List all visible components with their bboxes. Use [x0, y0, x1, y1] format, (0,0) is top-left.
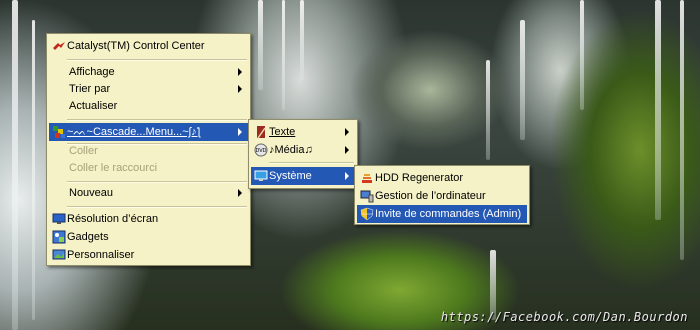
submenu-arrow-icon: [238, 68, 242, 76]
cascade-submenu: Texte DVD ♪Média♫ Système: [248, 119, 358, 189]
menu-item-label: Trier par: [69, 83, 111, 95]
submenu-arrow-icon: [238, 189, 242, 197]
submenu-arrow-icon: [345, 146, 349, 154]
menu-separator: [67, 59, 247, 61]
menu-item-label: Invite de commandes (Admin): [375, 208, 522, 220]
submenu-arrow-icon: [238, 128, 242, 136]
submenu-arrow-icon: [238, 85, 242, 93]
svg-text:DVD: DVD: [255, 148, 266, 154]
menu-item-catalyst-control-center[interactable]: Catalyst(TM) Control Center: [49, 37, 248, 55]
catalyst-icon: [53, 42, 65, 50]
menu-item-label: Système: [269, 170, 312, 182]
systeme-submenu: HDD Regenerator Gestion de l’ordinateur …: [354, 165, 530, 225]
menu-item-gestion-ordinateur[interactable]: Gestion de l’ordinateur: [357, 187, 527, 205]
hdd-regenerator-icon: [362, 174, 372, 183]
menu-item-media[interactable]: DVD ♪Média♫: [251, 141, 355, 159]
menu-item-label: Coller: [69, 145, 98, 157]
screen-resolution-icon: [52, 213, 66, 224]
menu-item-coller-le-raccourci[interactable]: Coller le raccourci: [49, 159, 248, 177]
desktop-context-menu: Catalyst(TM) Control Center Affichage Tr…: [46, 33, 251, 266]
menu-item-hdd-regenerator[interactable]: HDD Regenerator: [357, 169, 527, 187]
submenu-arrow-icon: [345, 172, 349, 180]
gadgets-icon: [52, 230, 66, 244]
menu-item-nouveau[interactable]: Nouveau: [49, 184, 248, 202]
menu-item-label: ♪Média♫: [269, 144, 313, 156]
menu-item-coller[interactable]: Coller: [49, 142, 248, 160]
menu-item-cascade-menu[interactable]: ~ᨓ~Cascade...Menu...~ʃ♪ƪ: [49, 123, 248, 141]
monitor-icon: [254, 170, 268, 181]
menu-item-actualiser[interactable]: Actualiser: [49, 97, 248, 115]
menu-item-gadgets[interactable]: Gadgets: [49, 228, 248, 246]
menu-item-label: Affichage: [69, 66, 115, 78]
menu-item-label: HDD Regenerator: [375, 172, 464, 184]
watermark-text: https://Facebook.com/Dan.Bourdon: [440, 310, 688, 324]
menu-item-resolution-ecran[interactable]: Résolution d’écran: [49, 210, 248, 228]
menu-item-label: ~ᨓ~Cascade...Menu...~ʃ♪ƪ: [67, 126, 201, 138]
menu-separator: [269, 162, 354, 164]
menu-separator: [67, 119, 247, 121]
menu-item-label: Gestion de l’ordinateur: [375, 190, 486, 202]
menu-item-label: Nouveau: [69, 187, 114, 199]
submenu-arrow-icon: [345, 128, 349, 136]
uac-shield-icon: [360, 207, 374, 221]
cascade-menu-icon: [53, 126, 65, 138]
menu-item-trier-par[interactable]: Trier par: [49, 80, 248, 98]
computer-management-icon: [360, 190, 374, 203]
menu-item-invite-commandes-admin[interactable]: Invite de commandes (Admin): [357, 205, 527, 223]
menu-item-label: Gadgets: [67, 231, 109, 243]
menu-separator: [67, 181, 247, 183]
book-icon: [257, 126, 266, 139]
dvd-icon: DVD: [254, 143, 268, 157]
menu-item-texte[interactable]: Texte: [251, 123, 355, 141]
personalize-icon: [52, 249, 66, 260]
menu-item-systeme[interactable]: Système: [251, 167, 355, 185]
menu-item-label: Résolution d’écran: [67, 213, 159, 225]
menu-separator: [67, 206, 247, 208]
menu-item-label: Actualiser: [69, 100, 118, 112]
menu-item-affichage[interactable]: Affichage: [49, 63, 248, 81]
menu-item-label: Catalyst(TM) Control Center: [67, 40, 205, 52]
menu-item-label: Coller le raccourci: [69, 162, 158, 174]
menu-item-personnaliser[interactable]: Personnaliser: [49, 246, 248, 264]
menu-item-label: Personnaliser: [67, 249, 135, 261]
menu-item-label: Texte: [269, 126, 296, 138]
